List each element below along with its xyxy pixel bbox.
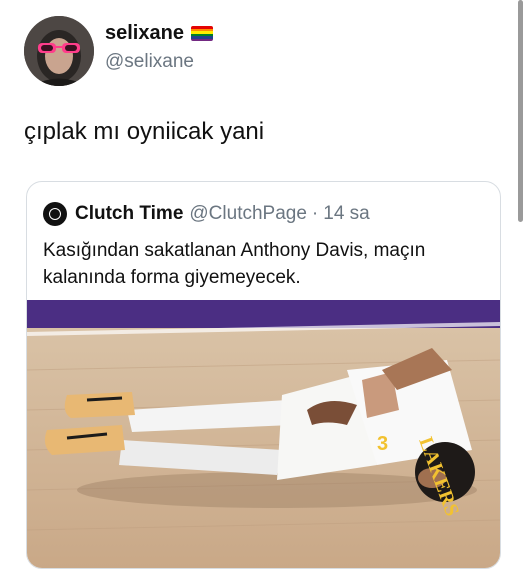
quoted-tweet-text: Kasığından sakatlanan Anthony Davis, maç… <box>43 240 426 288</box>
svg-text:3: 3 <box>377 433 388 455</box>
author-handle[interactable]: @selixane <box>105 51 213 73</box>
scrollbar-thumb[interactable] <box>518 0 523 222</box>
quoted-timestamp[interactable]: 14 sa <box>323 203 369 225</box>
author-display-name[interactable]: selixane <box>105 22 184 45</box>
tweet-text: çıplak mı oyniicak yani <box>24 118 265 145</box>
quoted-avatar[interactable] <box>43 202 67 226</box>
quoted-media-image[interactable]: LAKERS 3 <box>27 300 500 568</box>
quoted-display-name[interactable]: Clutch Time <box>75 203 183 225</box>
author-block: selixane @selixane <box>105 22 213 73</box>
avatar[interactable] <box>24 16 94 86</box>
quoted-handle[interactable]: @ClutchPage <box>189 203 307 225</box>
author-name-row[interactable]: selixane <box>105 22 213 45</box>
quoted-tweet-card[interactable]: Clutch Time @ClutchPage · 14 sa Kasığınd… <box>26 181 501 569</box>
separator-dot: · <box>311 203 319 224</box>
quoted-tweet-header: Clutch Time @ClutchPage · 14 sa <box>43 202 370 226</box>
tweet: selixane @selixane çıplak mı oyniicak ya… <box>0 0 526 583</box>
rainbow-flag-icon <box>190 26 213 41</box>
